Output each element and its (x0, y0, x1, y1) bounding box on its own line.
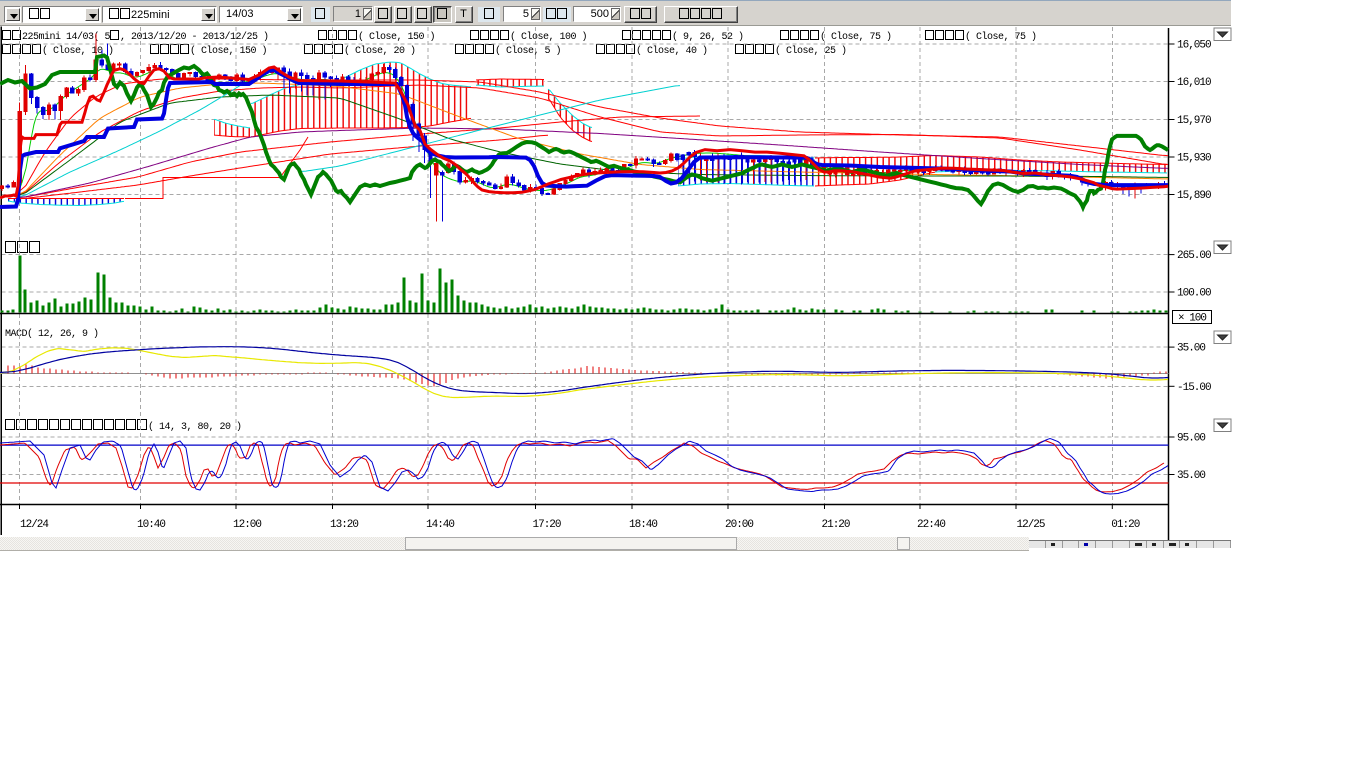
svg-text:-15.00: -15.00 (1177, 382, 1211, 394)
svg-text:16,010: 16,010 (1177, 77, 1211, 89)
svg-text:17:20: 17:20 (533, 519, 561, 531)
svg-text:01:20: 01:20 (1111, 519, 1139, 531)
svg-text:20:00: 20:00 (725, 519, 753, 531)
svg-text:12/24: 12/24 (20, 519, 49, 531)
svg-text:12/25: 12/25 (1017, 519, 1045, 531)
svg-text:10:40: 10:40 (137, 519, 165, 531)
svg-text:18:40: 18:40 (629, 519, 657, 531)
svg-text:35.00: 35.00 (1177, 470, 1205, 482)
svg-text:14:40: 14:40 (426, 519, 454, 531)
svg-text:× 100: × 100 (1178, 313, 1206, 325)
svg-text:22:40: 22:40 (917, 519, 945, 531)
svg-text:15,970: 15,970 (1177, 115, 1211, 127)
svg-text:35.00: 35.00 (1177, 343, 1205, 355)
svg-text:95.00: 95.00 (1177, 433, 1205, 445)
svg-text:15,930: 15,930 (1177, 153, 1211, 165)
svg-text:13:20: 13:20 (330, 519, 358, 531)
svg-text:16,050: 16,050 (1177, 40, 1211, 52)
svg-text:12:00: 12:00 (233, 519, 261, 531)
svg-text:21:20: 21:20 (822, 519, 850, 531)
svg-text:265.00: 265.00 (1177, 250, 1211, 262)
svg-text:100.00: 100.00 (1177, 288, 1211, 300)
svg-text:15,890: 15,890 (1177, 190, 1211, 202)
